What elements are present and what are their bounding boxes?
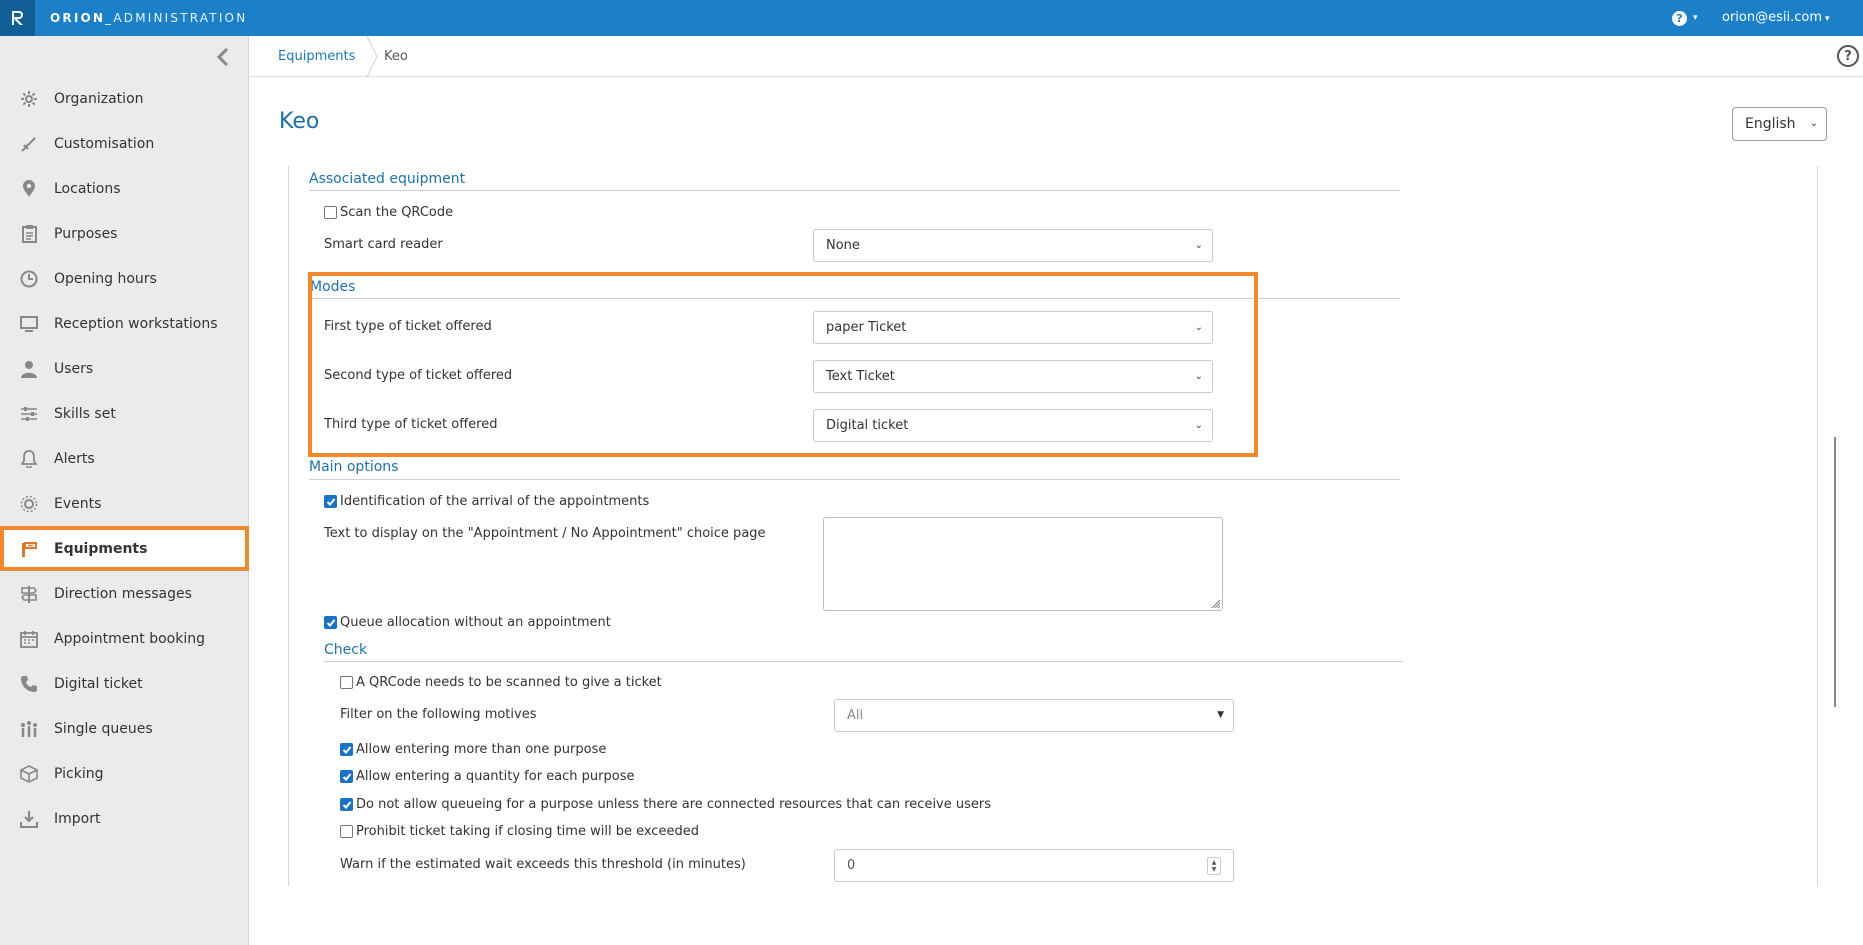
text-display-textarea[interactable] (823, 517, 1223, 611)
sliders-icon (19, 404, 39, 424)
sidebar-item-events[interactable]: Events (0, 481, 249, 526)
scan-qrcode-checkbox[interactable]: Scan the QRCode (324, 205, 453, 220)
clipboard-icon (19, 224, 39, 244)
section-main-options: Main options (309, 459, 399, 475)
checkbox-box (324, 206, 337, 219)
app-title: ORION_ADMINISTRATION (50, 11, 248, 25)
text-display-label: Text to display on the "Appointment / No… (324, 526, 766, 541)
kiosk-icon (19, 539, 39, 559)
sidebar-item-equipments[interactable]: Equipments (0, 526, 249, 571)
cog-event-icon (19, 494, 39, 514)
user-menu[interactable]: orion@esii.com ▾ (1722, 0, 1830, 36)
sidebar-item-alerts[interactable]: Alerts (0, 436, 249, 481)
caret-down-icon: ▼ (1217, 710, 1224, 720)
filter-motives-label: Filter on the following motives (340, 707, 537, 722)
section-check: Check (324, 642, 368, 658)
divider (324, 661, 1403, 662)
filter-motives-select[interactable]: All ▼ (834, 699, 1234, 732)
prohibit-closing-checkbox[interactable]: Prohibit ticket taking if closing time w… (340, 824, 699, 839)
sidebar-item-skills-set[interactable]: Skills set (0, 391, 249, 436)
collapse-sidebar-icon[interactable] (216, 48, 230, 66)
sidebar-item-reception-workstations[interactable]: Reception workstations (0, 301, 249, 346)
box-icon (19, 764, 39, 784)
question-icon: ? (1672, 10, 1687, 26)
chevron-down-icon: ⌄ (1809, 118, 1818, 129)
map-pin-icon (19, 179, 39, 199)
app-logo[interactable] (0, 0, 35, 36)
checkbox-box (340, 798, 353, 811)
warn-threshold-input[interactable]: 0 ▲ ▼ (834, 849, 1234, 882)
top-bar: ORION_ADMINISTRATION ? ▾ orion@esii.com ▾ (0, 0, 1863, 36)
smart-card-select[interactable]: None ⌄ (813, 229, 1213, 262)
checkbox-box (324, 616, 337, 629)
sidebar-item-organization[interactable]: Organization (0, 76, 249, 121)
number-spinner[interactable]: ▲ ▼ (1207, 857, 1221, 875)
checkbox-box (340, 676, 353, 689)
language-select[interactable]: English ⌄ (1732, 107, 1827, 141)
sidebar-item-direction-messages[interactable]: Direction messages (0, 571, 249, 616)
warn-threshold-label: Warn if the estimated wait exceeds this … (340, 857, 746, 872)
download-icon (19, 809, 39, 829)
breadcrumb-current: Keo (384, 49, 408, 64)
sidebar-item-customisation[interactable]: Customisation (0, 121, 249, 166)
spin-down-icon[interactable]: ▼ (1212, 866, 1217, 873)
sidebar-item-import[interactable]: Import (0, 796, 249, 841)
queue-allocation-checkbox[interactable]: Queue allocation without an appointment (324, 615, 611, 630)
identification-checkbox[interactable]: Identification of the arrival of the app… (324, 494, 649, 509)
quantity-purpose-checkbox[interactable]: Allow entering a quantity for each purpo… (340, 769, 634, 784)
gear-icon (19, 89, 39, 109)
chevron-down-icon: ▾ (1693, 13, 1698, 23)
sidebar-item-single-queues[interactable]: Single queues (0, 706, 249, 751)
breadcrumb: Equipments Keo ? (250, 36, 1863, 77)
checkbox-box (340, 825, 353, 838)
page-help-icon[interactable]: ? (1837, 45, 1859, 67)
queue-icon (19, 719, 39, 739)
sidebar: Organization Customisation Locations Pur… (0, 36, 249, 945)
brush-icon (19, 134, 39, 154)
sidebar-item-appointment-booking[interactable]: Appointment booking (0, 616, 249, 661)
chevron-down-icon: ⌄ (1194, 240, 1203, 251)
sidebar-item-users[interactable]: Users (0, 346, 249, 391)
smart-card-label: Smart card reader (324, 237, 443, 252)
phone-icon (19, 674, 39, 694)
more-purpose-checkbox[interactable]: Allow entering more than one purpose (340, 742, 606, 757)
check-qrcode-checkbox[interactable]: A QRCode needs to be scanned to give a t… (340, 675, 662, 690)
resize-grip-icon[interactable] (1209, 597, 1221, 609)
user-icon (19, 359, 39, 379)
divider (309, 190, 1400, 191)
monitor-icon (19, 314, 39, 334)
sidebar-item-digital-ticket[interactable]: Digital ticket (0, 661, 249, 706)
spin-up-icon[interactable]: ▲ (1212, 859, 1217, 866)
calendar-icon (19, 629, 39, 649)
sidebar-nav: Organization Customisation Locations Pur… (0, 76, 249, 841)
modes-highlight-box (308, 272, 1258, 457)
scrollbar[interactable] (1834, 437, 1836, 707)
clock-icon (19, 269, 39, 289)
breadcrumb-separator-icon (366, 36, 378, 77)
help-menu[interactable]: ? ▾ (1672, 0, 1698, 36)
section-associated-equipment: Associated equipment (309, 171, 466, 187)
sidebar-item-opening-hours[interactable]: Opening hours (0, 256, 249, 301)
divider (309, 479, 1400, 480)
sidebar-item-purposes[interactable]: Purposes (0, 211, 249, 256)
breadcrumb-equipments[interactable]: Equipments (278, 36, 355, 77)
sidebar-item-picking[interactable]: Picking (0, 751, 249, 796)
no-queue-checkbox[interactable]: Do not allow queueing for a purpose unle… (340, 797, 991, 812)
checkbox-box (340, 743, 353, 756)
sidebar-item-locations[interactable]: Locations (0, 166, 249, 211)
checkbox-box (324, 495, 337, 508)
page-title: Keo (279, 109, 320, 134)
bell-icon (19, 449, 39, 469)
checkbox-box (340, 770, 353, 783)
signpost-icon (19, 584, 39, 604)
chevron-down-icon: ▾ (1825, 14, 1830, 24)
